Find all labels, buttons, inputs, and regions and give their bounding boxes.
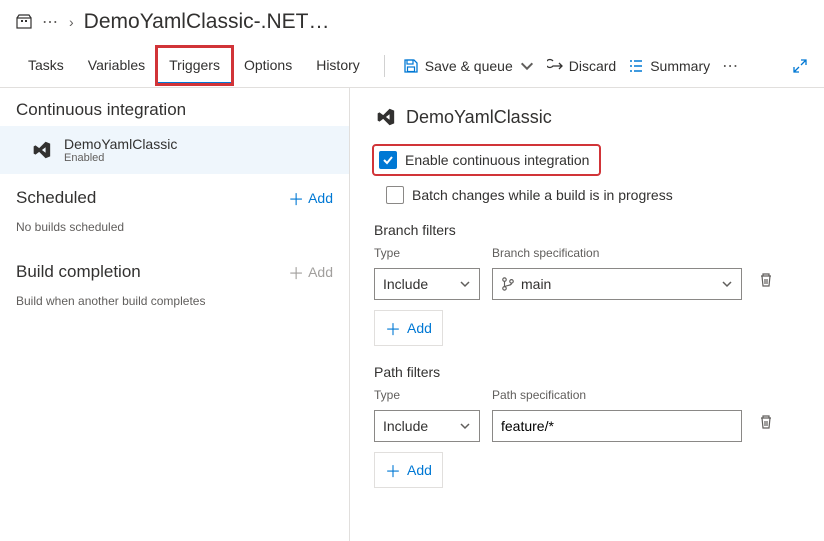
sidebar-item-title: DemoYamlClassic xyxy=(64,136,177,152)
summary-label: Summary xyxy=(650,58,710,74)
plus-icon: ＋ xyxy=(288,260,304,284)
vs-icon xyxy=(30,139,52,161)
breadcrumb-bar: ⋯ › DemoYamlClassic-.NET… xyxy=(0,0,824,44)
save-queue-button[interactable]: Save & queue xyxy=(397,54,541,78)
chevron-down-icon xyxy=(721,278,733,290)
build-completion-add-button[interactable]: ＋Add xyxy=(288,260,333,284)
path-filter-row: Type Include Path specification xyxy=(374,388,800,442)
toolbar-more[interactable]: ⋯ xyxy=(722,56,739,76)
main-content: Continuous integration DemoYamlClassic E… xyxy=(0,88,824,541)
path-spec-input[interactable] xyxy=(501,418,733,434)
content-header: DemoYamlClassic xyxy=(374,106,800,128)
branch-spec-select[interactable]: main xyxy=(492,268,742,300)
build-completion-title: Build completion xyxy=(16,262,141,282)
plus-icon: ＋ xyxy=(385,458,401,482)
path-type-value: Include xyxy=(383,418,428,434)
path-type-select[interactable]: Include xyxy=(374,410,480,442)
breadcrumb-separator: › xyxy=(69,14,74,30)
ci-section-title: Continuous integration xyxy=(16,100,186,120)
batch-changes-row: Batch changes while a build is in progre… xyxy=(386,186,800,204)
checkmark-icon xyxy=(382,154,394,166)
sidebar: Continuous integration DemoYamlClassic E… xyxy=(0,88,350,541)
path-filter-add-label: Add xyxy=(407,462,432,478)
build-completion-header: Build completion ＋Add xyxy=(0,248,349,290)
branch-type-select[interactable]: Include xyxy=(374,268,480,300)
breadcrumb-ellipsis[interactable]: ⋯ xyxy=(42,12,59,32)
branch-filter-add-label: Add xyxy=(407,320,432,336)
scheduled-add-label: Add xyxy=(308,190,333,206)
tabs-bar: Tasks Variables Triggers Options History… xyxy=(0,44,824,88)
plus-icon: ＋ xyxy=(288,186,304,210)
content-title: DemoYamlClassic xyxy=(406,107,552,128)
sidebar-item-ci-repo[interactable]: DemoYamlClassic Enabled xyxy=(0,126,349,174)
summary-button[interactable]: Summary xyxy=(622,54,716,78)
branch-type-label: Type xyxy=(374,246,480,260)
discard-button[interactable]: Discard xyxy=(541,54,622,78)
scheduled-add-button[interactable]: ＋Add xyxy=(288,186,333,210)
list-icon xyxy=(628,58,644,74)
sidebar-item-status: Enabled xyxy=(64,152,177,164)
tab-triggers[interactable]: Triggers xyxy=(157,47,232,84)
expand-icon[interactable] xyxy=(792,58,808,74)
path-spec-label: Path specification xyxy=(492,388,742,402)
branch-spec-label: Branch specification xyxy=(492,246,742,260)
build-completion-add-label: Add xyxy=(308,264,333,280)
tab-options[interactable]: Options xyxy=(232,47,304,84)
plus-icon: ＋ xyxy=(385,316,401,340)
content-panel: DemoYamlClassic Enable continuous integr… xyxy=(350,88,824,541)
build-completion-hint: Build when another build completes xyxy=(0,290,349,322)
chevron-down-icon xyxy=(459,278,471,290)
vs-icon xyxy=(374,106,396,128)
branch-filter-add-button[interactable]: ＋ Add xyxy=(374,310,443,346)
tab-tasks[interactable]: Tasks xyxy=(16,47,76,84)
scheduled-section-title: Scheduled xyxy=(16,188,96,208)
breadcrumb-title: DemoYamlClassic-.NET… xyxy=(84,10,330,34)
branch-filters-heading: Branch filters xyxy=(374,222,800,238)
ci-section-header: Continuous integration xyxy=(0,88,349,126)
path-filter-add-button[interactable]: ＋ Add xyxy=(374,452,443,488)
save-queue-label: Save & queue xyxy=(425,58,513,74)
scheduled-hint: No builds scheduled xyxy=(0,216,349,248)
enable-ci-label: Enable continuous integration xyxy=(405,152,589,168)
path-type-label: Type xyxy=(374,388,480,402)
branch-icon xyxy=(501,277,515,291)
enable-ci-checkbox[interactable] xyxy=(379,151,397,169)
chevron-down-icon xyxy=(459,420,471,432)
branch-type-value: Include xyxy=(383,276,428,292)
branch-filter-row: Type Include Branch specification main xyxy=(374,246,800,300)
batch-changes-checkbox[interactable] xyxy=(386,186,404,204)
toolbar-separator xyxy=(384,55,385,77)
project-icon xyxy=(16,14,32,30)
tab-history[interactable]: History xyxy=(304,47,372,84)
enable-ci-row: Enable continuous integration xyxy=(374,146,599,174)
save-icon xyxy=(403,58,419,74)
discard-label: Discard xyxy=(569,58,616,74)
path-spec-input-wrap xyxy=(492,410,742,442)
chevron-down-icon xyxy=(519,58,535,74)
batch-changes-label: Batch changes while a build is in progre… xyxy=(412,187,673,203)
trash-icon[interactable] xyxy=(758,414,774,430)
scheduled-section-header: Scheduled ＋Add xyxy=(0,174,349,216)
undo-icon xyxy=(547,58,563,74)
branch-spec-value: main xyxy=(521,276,551,292)
tab-variables[interactable]: Variables xyxy=(76,47,157,84)
path-filters-heading: Path filters xyxy=(374,364,800,380)
trash-icon[interactable] xyxy=(758,272,774,288)
